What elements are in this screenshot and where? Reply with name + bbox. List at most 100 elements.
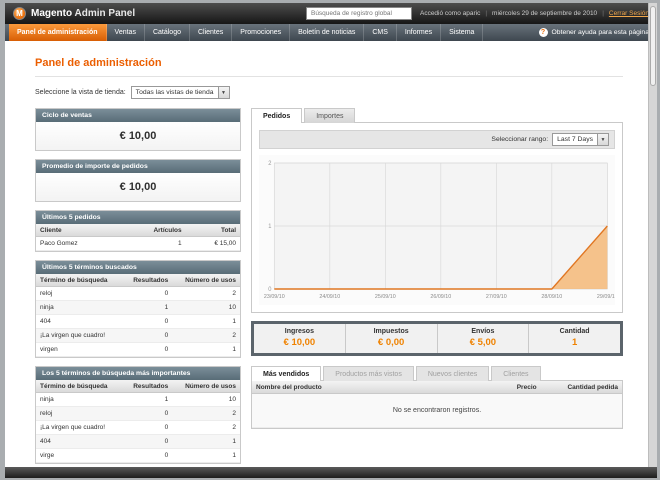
table-cell: 2 — [172, 328, 240, 343]
table-cell: 2 — [172, 420, 240, 435]
table-cell: Paco Gomez — [36, 236, 120, 251]
empty-message: No se encontraron registros. — [252, 393, 622, 428]
separator: | — [485, 10, 488, 17]
logged-in-text: Accedió como aparic — [419, 10, 481, 17]
stat-value: € 0,00 — [377, 337, 405, 348]
table-cell: virgen — [36, 342, 123, 357]
range-select[interactable]: Last 7 Days ▼ — [552, 133, 609, 146]
store-view-label: Seleccione la vista de tienda: — [35, 89, 126, 96]
store-view-select[interactable]: Todas las vistas de tienda ▼ — [130, 86, 230, 99]
table-row[interactable]: virge 0 1 — [36, 448, 240, 463]
table-cell: 2 — [172, 286, 240, 301]
nav-item-cms[interactable]: CMS — [364, 24, 397, 41]
totals-bar: Ingresos € 10,00 Impuestos € 0,00 Envíos… — [251, 321, 623, 356]
svg-text:23/09/10: 23/09/10 — [264, 294, 285, 300]
column-header: Nombre del producto — [252, 381, 474, 394]
tab-clientes[interactable]: Clientes — [491, 366, 541, 381]
magento-logo: M Magento Admin Panel — [13, 7, 135, 20]
lifetime-sales-value: € 10,00 — [36, 122, 240, 150]
svg-text:1: 1 — [268, 224, 271, 230]
stat-ingresos: Ingresos € 10,00 — [254, 324, 346, 353]
last-search-terms-box: Últimos 5 términos buscados Término de b… — [35, 260, 241, 358]
table-row[interactable]: 404 0 1 — [36, 434, 240, 449]
grid-tabs: Más vendidos Productos más vistos Nuevos… — [251, 366, 623, 381]
page-footer — [5, 467, 657, 478]
dashboard-left-column: Ciclo de ventas € 10,00 Promedio de impo… — [35, 108, 241, 472]
table-row[interactable]: reloj 0 2 — [36, 286, 240, 301]
table-row[interactable]: ninja 1 10 — [36, 392, 240, 407]
header-meta: Accedió como aparic | miércoles 29 de se… — [420, 10, 649, 17]
table-row[interactable]: ¡La virgen que cuadro! 0 2 — [36, 328, 240, 343]
scrollbar-thumb[interactable] — [650, 6, 656, 86]
title-row: Panel de administración — [35, 47, 623, 77]
store-view-value: Todas las vistas de tienda — [135, 89, 214, 96]
logout-link[interactable]: Cerrar Sesión — [609, 10, 649, 17]
orders-chart: 0 1 2 23/09/10 24/09/10 25/09/10 26/09/10 27/09… — [259, 155, 615, 305]
table-row[interactable]: reloj 0 2 — [36, 406, 240, 421]
brand-subtitle: Admin Panel — [74, 8, 136, 19]
store-view-switcher: Seleccione la vista de tienda: Todas las… — [35, 86, 623, 99]
tab-productos-mas-vistos[interactable]: Productos más vistos — [323, 366, 414, 381]
table-row[interactable]: ninja 1 10 — [36, 300, 240, 315]
nav-item-catalogo[interactable]: Catálogo — [145, 24, 190, 41]
stat-label: Impuestos — [373, 328, 409, 335]
tab-importes[interactable]: Importes — [304, 108, 356, 123]
last-orders-title: Últimos 5 pedidos — [36, 211, 240, 224]
diagram-tabs: Pedidos Importes — [251, 108, 623, 123]
tab-nuevos-clientes[interactable]: Nuevos clientes — [415, 366, 490, 381]
stat-label: Cantidad — [559, 328, 590, 335]
table-cell: ninja — [36, 300, 123, 315]
header-date: miércoles 29 de septiembre de 2010 — [492, 10, 598, 17]
table-cell: 0 — [122, 342, 173, 357]
last-orders-table: Cliente Artículos Total Paco Gomez 1 € 1… — [36, 224, 240, 251]
stat-impuestos: Impuestos € 0,00 — [345, 324, 438, 353]
column-header: Cantidad pedida — [540, 381, 622, 394]
separator: | — [602, 10, 604, 17]
table-row[interactable]: Paco Gomez 1 € 15,00 — [36, 236, 240, 251]
top-search-terms-box: Los 5 términos de búsqueda más important… — [35, 366, 241, 464]
top-search-terms-title: Los 5 términos de búsqueda más important… — [36, 367, 240, 380]
stat-label: Envíos — [471, 328, 495, 335]
column-header: Total — [185, 224, 240, 237]
table-cell: 1 — [172, 314, 240, 329]
table-cell: reloj — [36, 406, 123, 421]
orders-chart-svg: 0 1 2 23/09/10 24/09/10 25/09/10 26/09/10 27/09… — [264, 161, 615, 300]
tab-mas-vendidos[interactable]: Más vendidos — [251, 366, 322, 381]
table-cell: 0 — [122, 448, 173, 463]
stat-label: Ingresos — [284, 328, 314, 335]
last-orders-box: Últimos 5 pedidos Cliente Artículos Tota… — [35, 210, 241, 252]
table-row[interactable]: virgen 0 1 — [36, 342, 240, 357]
lifetime-sales-box: Ciclo de ventas € 10,00 — [35, 108, 241, 151]
table-row[interactable]: ¡La virgen que cuadro! 0 2 — [36, 420, 240, 435]
admin-page: M Magento Admin Panel Accedió como apari… — [5, 3, 657, 478]
global-search-input[interactable] — [305, 7, 412, 20]
magento-logo-icon: M — [13, 7, 26, 20]
vertical-scrollbar[interactable] — [648, 3, 657, 467]
table-cell: 10 — [172, 392, 240, 407]
page-help-link[interactable]: ? Obtener ayuda para esta página — [538, 24, 654, 41]
column-header: Término de búsqueda — [36, 274, 123, 287]
last-search-terms-table: Término de búsqueda Resultados Número de… — [36, 274, 240, 357]
svg-text:24/09/10: 24/09/10 — [319, 294, 340, 300]
empty-row: No se encontraron registros. — [252, 393, 622, 428]
nav-item-clientes[interactable]: Clientes — [190, 24, 233, 41]
table-cell: reloj — [36, 286, 123, 301]
nav-item-sistema[interactable]: Sistema — [441, 24, 484, 41]
table-cell: 404 — [36, 434, 123, 449]
column-header: Número de usos — [172, 274, 240, 287]
range-bar: Seleccionar rango: Last 7 Days ▼ — [259, 130, 615, 149]
stat-cantidad: Cantidad 1 — [529, 324, 620, 353]
nav-item-dashboard[interactable]: Panel de administración — [9, 24, 107, 41]
help-label: Obtener ayuda para esta página — [551, 29, 650, 36]
nav-item-boletin[interactable]: Boletín de noticias — [290, 24, 365, 41]
nav-item-ventas[interactable]: Ventas — [107, 24, 145, 41]
nav-item-informes[interactable]: Informes — [397, 24, 442, 41]
nav-item-promociones[interactable]: Promociones — [232, 24, 291, 41]
table-row[interactable]: 404 0 1 — [36, 314, 240, 329]
stat-value: € 5,00 — [469, 337, 497, 348]
main-nav: Panel de administración Ventas Catálogo … — [5, 24, 657, 41]
tab-pedidos[interactable]: Pedidos — [251, 108, 303, 123]
app-title: Magento Admin Panel — [31, 8, 135, 19]
table-cell: ¡La virgen que cuadro! — [36, 420, 123, 435]
last-search-terms-title: Últimos 5 términos buscados — [36, 261, 240, 274]
